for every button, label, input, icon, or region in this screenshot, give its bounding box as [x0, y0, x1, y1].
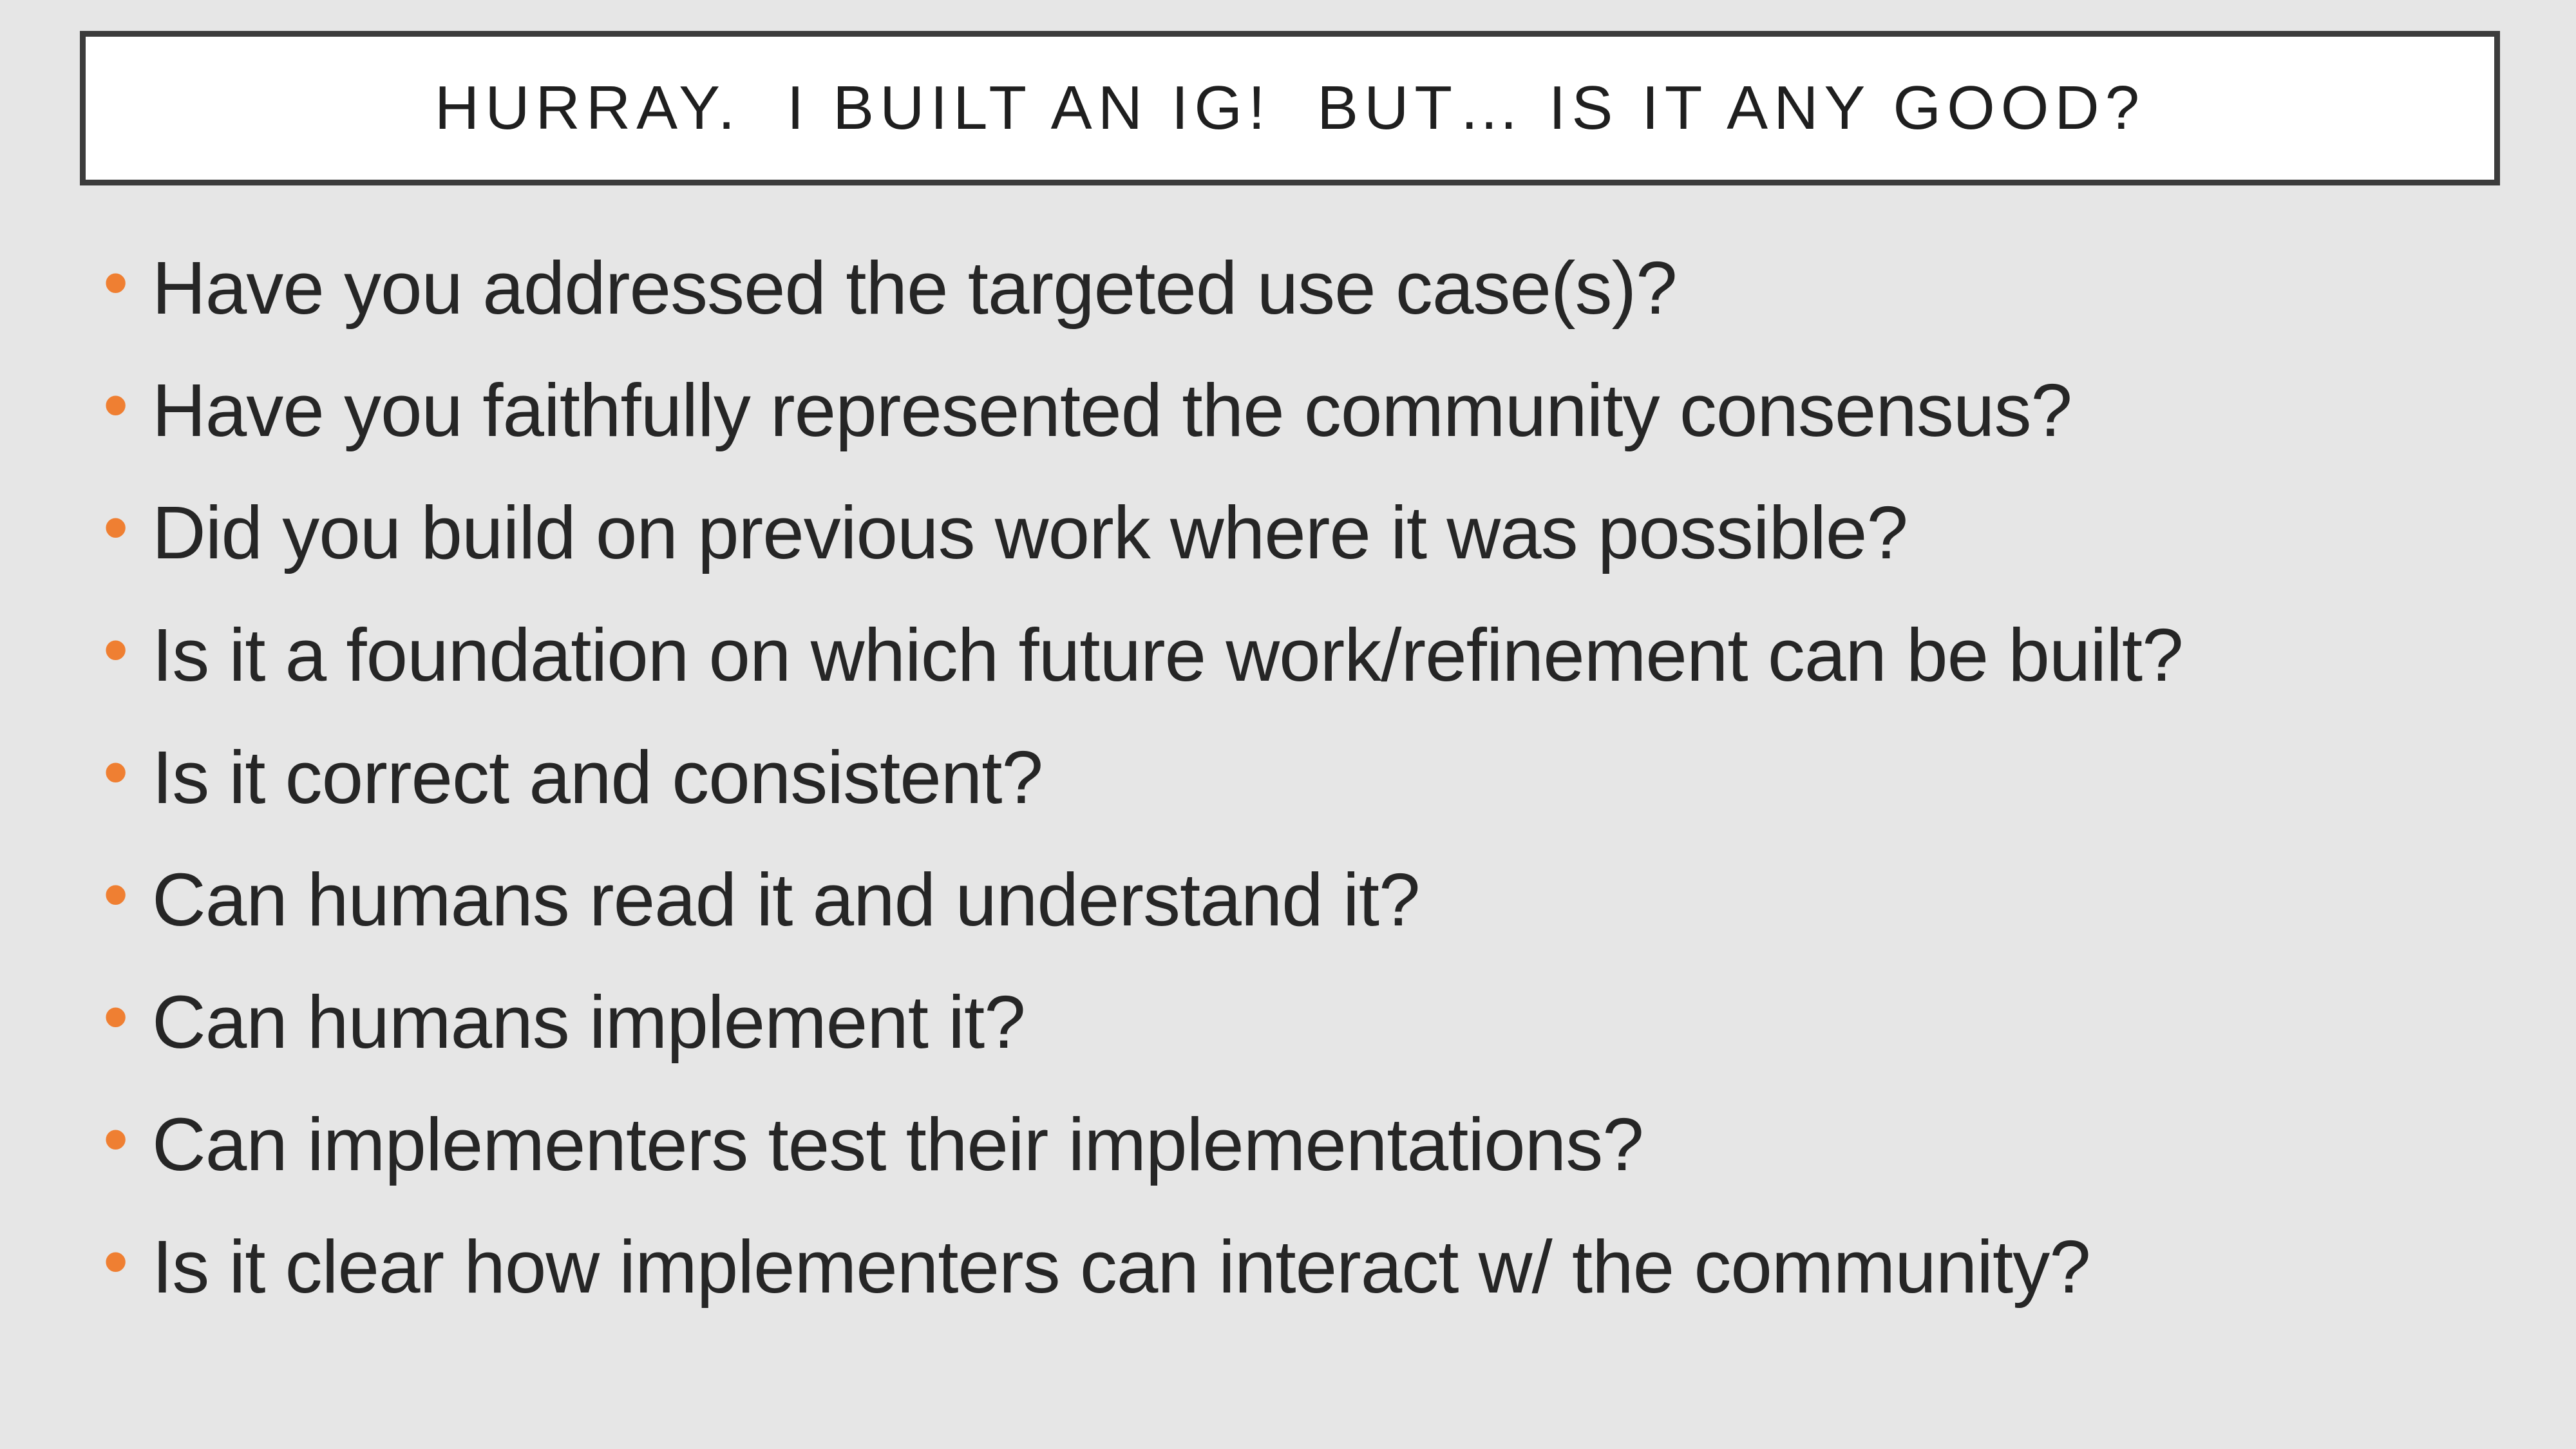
bullet-item-use-cases: • Have you addressed the targeted use ca…	[103, 227, 2550, 349]
bullet-item-consensus: • Have you faithfully represented the co…	[103, 349, 2550, 471]
bullet-text: Is it clear how implementers can interac…	[152, 1225, 2091, 1309]
bullet-dot-icon: •	[103, 854, 129, 934]
bullet-dot-icon: •	[103, 487, 129, 567]
bullet-item-readability: • Can humans read it and understand it?	[103, 838, 2550, 961]
bullet-text: Can humans read it and understand it?	[152, 858, 1421, 942]
bullet-item-implementable: • Can humans implement it?	[103, 961, 2550, 1083]
bullet-dot-icon: •	[103, 365, 129, 445]
bullet-dot-icon: •	[103, 609, 129, 690]
bullet-text: Did you build on previous work where it …	[152, 491, 1908, 574]
bullet-item-testability: • Can implementers test their implementa…	[103, 1083, 2550, 1206]
bullet-dot-icon: •	[103, 242, 129, 323]
bullet-item-foundation: • Is it a foundation on which future wor…	[103, 594, 2550, 716]
bullet-text: Have you faithfully represented the comm…	[152, 368, 2072, 452]
bullet-list: • Have you addressed the targeted use ca…	[103, 227, 2550, 1328]
bullet-text: Have you addressed the targeted use case…	[152, 246, 1678, 330]
bullet-dot-icon: •	[103, 976, 129, 1057]
bullet-item-correctness: • Is it correct and consistent?	[103, 716, 2550, 838]
slide: HURRAY. I BUILT AN IG! BUT… IS IT ANY GO…	[0, 0, 2576, 1449]
bullet-dot-icon: •	[103, 1221, 129, 1302]
bullet-dot-icon: •	[103, 732, 129, 812]
bullet-item-community: • Is it clear how implementers can inter…	[103, 1206, 2550, 1328]
slide-title-box: HURRAY. I BUILT AN IG! BUT… IS IT ANY GO…	[80, 31, 2500, 185]
bullet-dot-icon: •	[103, 1099, 129, 1179]
bullet-item-previous-work: • Did you build on previous work where i…	[103, 471, 2550, 594]
slide-title: HURRAY. I BUILT AN IG! BUT… IS IT ANY GO…	[434, 73, 2146, 142]
bullet-text: Can humans implement it?	[152, 980, 1026, 1064]
bullet-text: Is it correct and consistent?	[152, 735, 1043, 819]
bullet-text: Is it a foundation on which future work/…	[152, 613, 2184, 697]
bullet-text: Can implementers test their implementati…	[152, 1103, 1644, 1186]
